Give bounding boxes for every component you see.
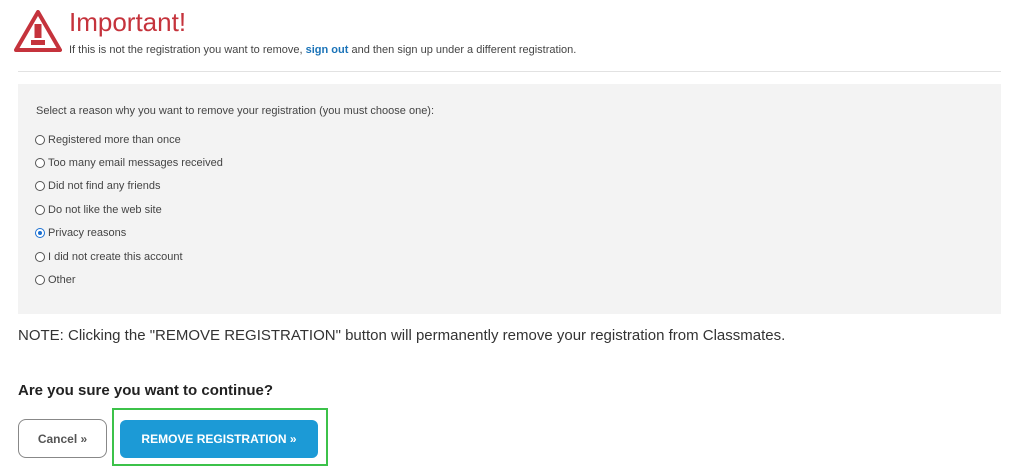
reason-option-label: Registered more than once — [48, 134, 181, 146]
reason-option-privacy[interactable]: Privacy reasons — [35, 225, 126, 241]
radio-button[interactable] — [35, 158, 45, 168]
important-heading: Important! — [69, 7, 187, 37]
important-message: If this is not the registration you want… — [69, 43, 576, 57]
radio-button[interactable] — [35, 135, 45, 145]
message-text-after: and then sign up under a different regis… — [348, 44, 577, 56]
warning-triangle-icon — [14, 10, 62, 52]
reason-option-label: Other — [48, 274, 76, 286]
cancel-button[interactable]: Cancel » — [18, 419, 107, 458]
reason-option-label: Privacy reasons — [48, 227, 127, 239]
remove-registration-button[interactable]: REMOVE REGISTRATION » — [120, 420, 318, 458]
reason-option-no-friends[interactable]: Did not find any friends — [35, 178, 161, 194]
sign-out-link[interactable]: sign out — [306, 44, 349, 56]
confirm-question: Are you sure you want to continue? — [18, 382, 274, 399]
radio-button[interactable] — [35, 205, 45, 215]
reason-option-label: Did not find any friends — [48, 180, 161, 192]
reason-option-dislike-site[interactable]: Do not like the web site — [35, 202, 162, 218]
reason-panel: Select a reason why you want to remove y… — [18, 84, 1001, 314]
radio-button-selected[interactable] — [35, 228, 45, 238]
reason-option-did-not-create[interactable]: I did not create this account — [35, 249, 183, 265]
reason-option-label: I did not create this account — [48, 251, 183, 263]
reason-option-label: Too many email messages received — [48, 157, 223, 169]
radio-button[interactable] — [35, 275, 45, 285]
reason-prompt: Select a reason why you want to remove y… — [36, 105, 435, 117]
reason-option-label: Do not like the web site — [48, 204, 162, 216]
radio-button[interactable] — [35, 252, 45, 262]
reason-option-other[interactable]: Other — [35, 272, 76, 288]
reason-option-too-many-emails[interactable]: Too many email messages received — [35, 155, 223, 171]
removal-note: NOTE: Clicking the "REMOVE REGISTRATION"… — [18, 327, 786, 344]
message-text-before: If this is not the registration you want… — [69, 44, 306, 56]
divider — [18, 71, 1001, 72]
reason-option-registered-more-than-once[interactable]: Registered more than once — [35, 132, 181, 148]
radio-button[interactable] — [35, 181, 45, 191]
